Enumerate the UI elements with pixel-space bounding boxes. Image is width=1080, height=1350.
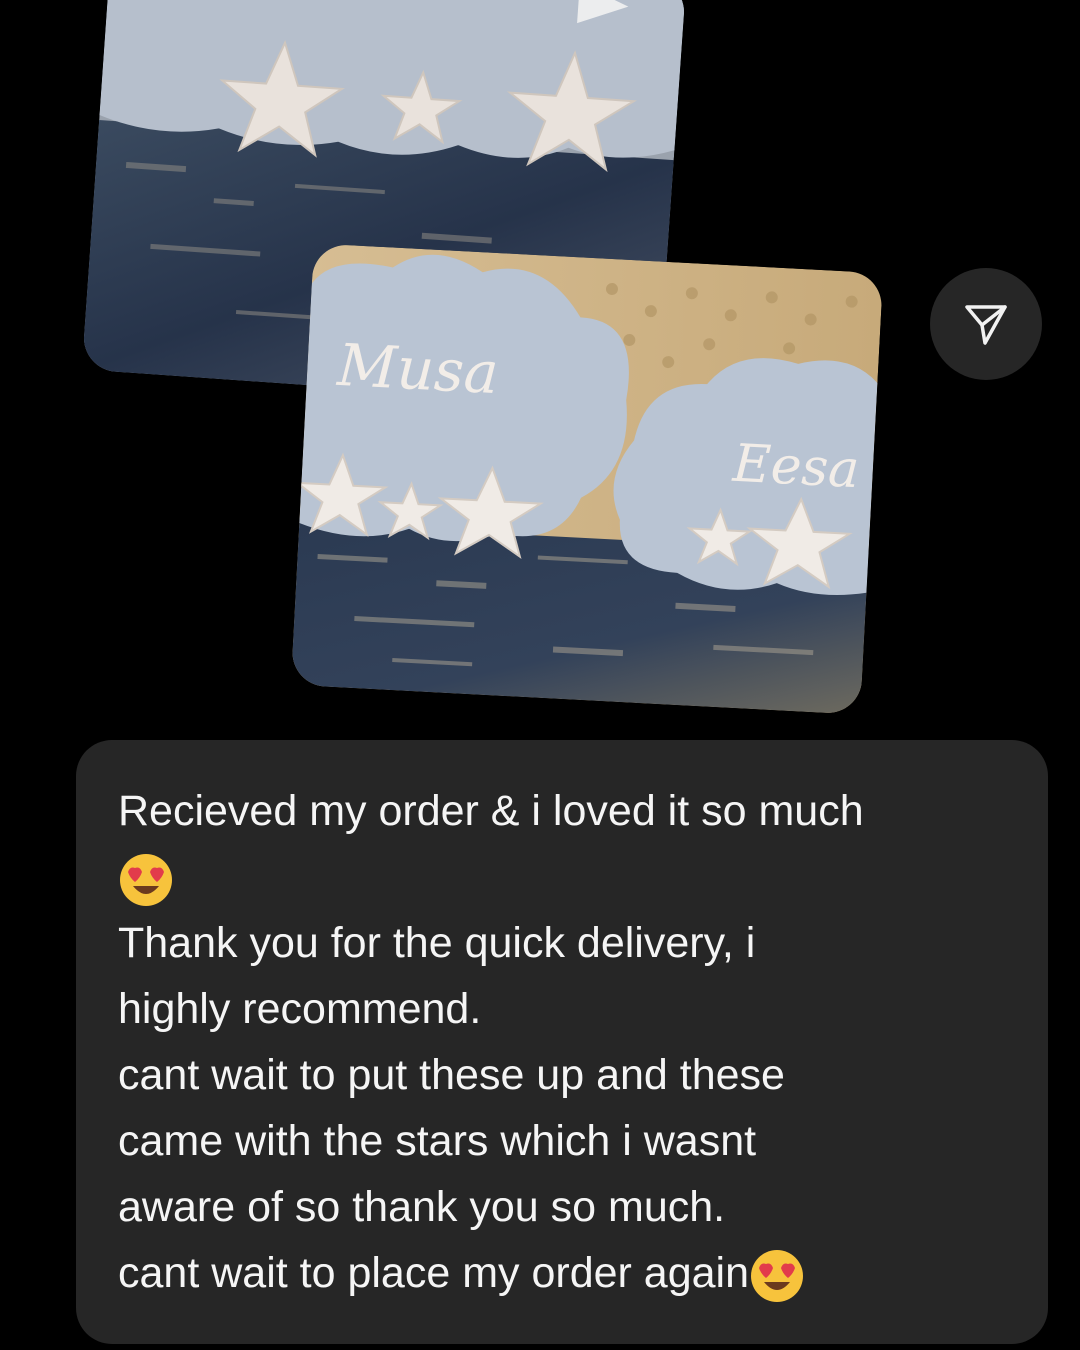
message-line-1: Recieved my order & i loved it so much: [118, 787, 864, 835]
name-eesa: Eesa: [730, 434, 860, 501]
message-line-7: aware of so thank you so much.: [118, 1183, 726, 1231]
message-line-4: highly recommend.: [118, 985, 482, 1033]
message-bubble: Recieved my order & i loved it so much T…: [76, 740, 1048, 1344]
message-line-5: cant wait to put these up and these: [118, 1051, 785, 1099]
paper-plane-icon: [965, 305, 1007, 345]
message-line-8: cant wait to place my order again: [118, 1240, 1006, 1306]
message-line-2: [118, 844, 1006, 910]
message-line-6: came with the stars which i wasnt: [118, 1117, 757, 1165]
message-line-8-text: cant wait to place my order again: [118, 1249, 749, 1297]
share-button[interactable]: [930, 268, 1042, 380]
name-musa: Musa: [335, 331, 500, 407]
photo-attachment-front[interactable]: Musa Eesa: [290, 243, 884, 715]
message-line-3: Thank you for the quick delivery, i: [118, 919, 756, 967]
heart-eyes-emoji: [749, 1248, 805, 1304]
heart-eyes-emoji: [118, 852, 174, 908]
